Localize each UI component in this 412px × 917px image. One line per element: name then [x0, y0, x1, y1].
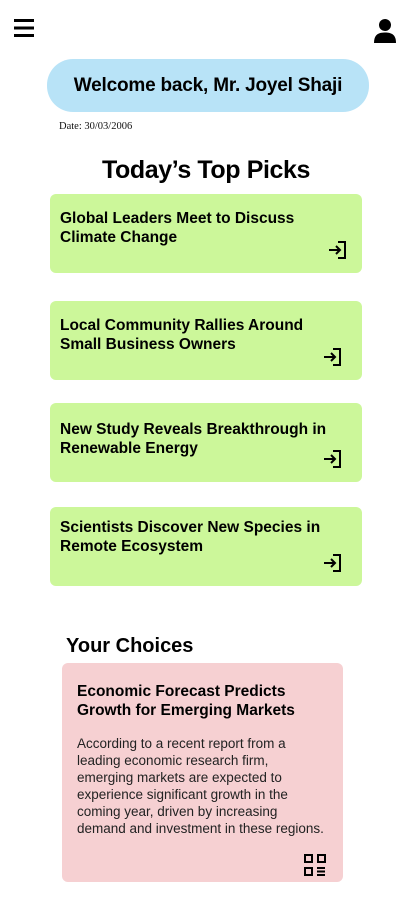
login-arrow-icon[interactable]: [326, 239, 348, 261]
user-profile-icon: [374, 19, 396, 43]
menu-button[interactable]: [10, 15, 38, 41]
date-label: Date: 30/03/2006: [59, 121, 133, 132]
pick-card[interactable]: Scientists Discover New Species in Remot…: [50, 507, 362, 586]
login-arrow-icon[interactable]: [321, 448, 343, 470]
hamburger-menu-icon: [14, 19, 34, 37]
welcome-text: Welcome back, Mr. Joyel Shaji: [73, 74, 343, 96]
login-arrow-icon[interactable]: [321, 346, 343, 368]
choice-card[interactable]: Economic Forecast Predicts Growth for Em…: [62, 663, 343, 882]
pick-card[interactable]: Global Leaders Meet to Discuss Climate C…: [50, 194, 362, 273]
profile-button[interactable]: [370, 17, 400, 45]
pick-title: Scientists Discover New Species in Remot…: [60, 519, 321, 555]
pick-card[interactable]: Local Community Rallies Around Small Bus…: [50, 301, 362, 380]
pick-title: Local Community Rallies Around Small Bus…: [60, 317, 304, 353]
choice-body: According to a recent report from a lead…: [77, 736, 324, 836]
top-picks-title: Today’s Top Picks: [101, 156, 311, 184]
pick-title: New Study Reveals Breakthrough in Renewa…: [60, 421, 327, 457]
your-choices-title: Your Choices: [66, 635, 194, 657]
pick-title: Global Leaders Meet to Discuss Climate C…: [60, 210, 295, 246]
login-arrow-icon[interactable]: [321, 552, 343, 574]
pick-card[interactable]: New Study Reveals Breakthrough in Renewa…: [50, 403, 362, 482]
welcome-banner: Welcome back, Mr. Joyel Shaji: [47, 59, 369, 112]
qr-code-icon[interactable]: [303, 853, 327, 877]
choice-title: Economic Forecast Predicts Growth for Em…: [77, 683, 295, 719]
